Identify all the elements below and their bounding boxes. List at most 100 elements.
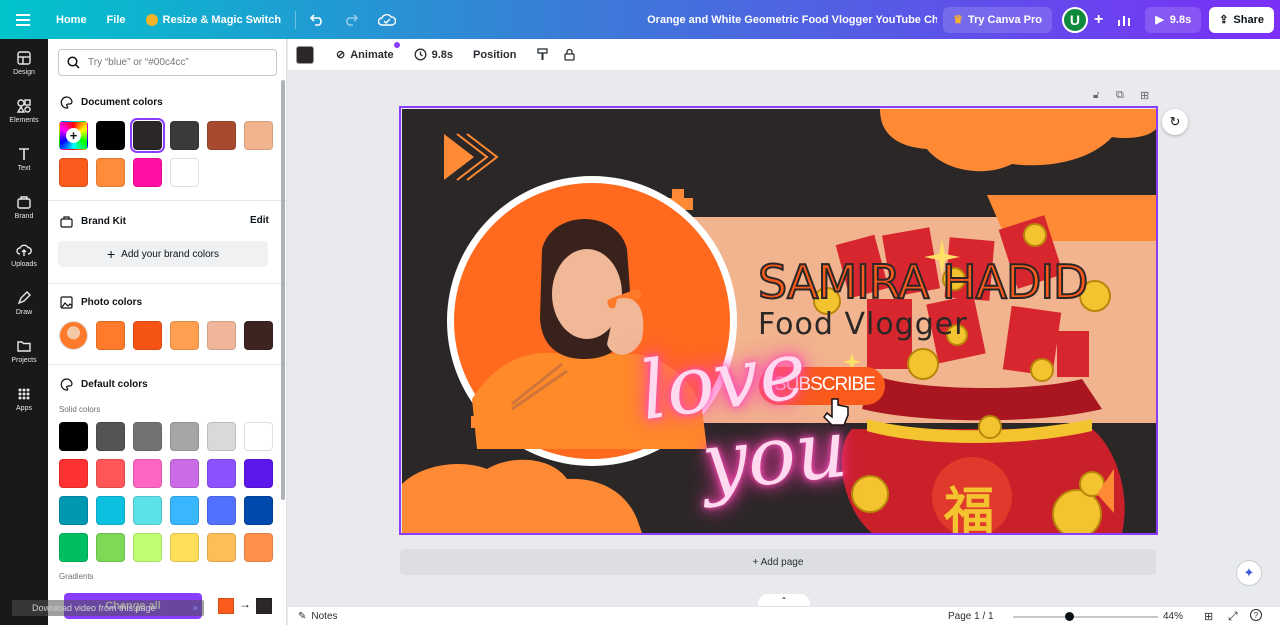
analytics-icon[interactable] xyxy=(1109,0,1139,39)
photo-color-swatch[interactable] xyxy=(244,321,273,350)
left-rail: Design Elements Text Brand Uploads Draw … xyxy=(0,39,48,625)
rail-item-brand[interactable]: Brand xyxy=(0,183,48,231)
page-indicator[interactable]: Page 1 / 1 xyxy=(948,611,994,622)
notes-button[interactable]: ✎ Notes xyxy=(298,611,338,622)
file-menu-button[interactable]: File xyxy=(97,0,136,39)
solid-color-swatch[interactable] xyxy=(207,422,236,451)
try-canva-pro-button[interactable]: ♛ Try Canva Pro xyxy=(943,6,1052,33)
fullscreen-icon[interactable]: ⤢ xyxy=(1228,609,1238,624)
animate-button[interactable]: ⊘ Animate xyxy=(328,41,402,68)
solid-color-swatch[interactable] xyxy=(244,533,273,562)
play-arrows xyxy=(444,133,499,181)
document-title[interactable]: Orange and White Geometric Food Vlogger … xyxy=(637,0,937,39)
solid-color-swatch[interactable] xyxy=(170,459,199,488)
document-color-swatch[interactable] xyxy=(59,158,88,187)
change-to-swatch[interactable] xyxy=(256,598,272,614)
solid-color-swatch[interactable] xyxy=(96,459,125,488)
document-color-swatch[interactable] xyxy=(96,158,125,187)
rail-item-uploads[interactable]: Uploads xyxy=(0,231,48,279)
document-color-swatch[interactable] xyxy=(207,121,236,150)
zoom-slider-thumb[interactable] xyxy=(1064,612,1074,621)
zoom-level[interactable]: 44% xyxy=(1163,611,1183,622)
chevron-up-icon[interactable]: ⌃ xyxy=(758,594,810,606)
solid-color-swatch[interactable] xyxy=(207,496,236,525)
solid-color-swatch[interactable] xyxy=(133,459,162,488)
rail-label: Brand xyxy=(14,213,34,220)
paint-format-icon[interactable] xyxy=(528,42,557,68)
solid-color-swatch[interactable] xyxy=(170,496,199,525)
color-search[interactable] xyxy=(58,49,277,76)
document-color-swatch[interactable] xyxy=(244,121,273,150)
solid-color-swatch[interactable] xyxy=(133,422,162,451)
photo-color-swatch[interactable] xyxy=(170,321,199,350)
rail-item-projects[interactable]: Projects xyxy=(0,327,48,375)
change-from-swatch[interactable] xyxy=(218,598,234,614)
design-canvas[interactable]: SAMIRA HADID Food Vlogger SUBSCRIBE love… xyxy=(402,109,1156,533)
home-button[interactable]: Home xyxy=(46,0,97,39)
brand-kit-edit-link[interactable]: Edit xyxy=(250,215,269,226)
solid-color-swatch[interactable] xyxy=(59,422,88,451)
neon-you[interactable]: you xyxy=(698,402,852,510)
play-button[interactable]: ▶ 9.8s xyxy=(1145,6,1202,33)
undo-icon[interactable] xyxy=(300,0,334,39)
download-video-overlay[interactable]: Download video from this page × xyxy=(12,600,204,616)
add-collaborator-icon[interactable]: + xyxy=(1088,0,1109,39)
magic-assistant-icon[interactable]: ✦ xyxy=(1236,560,1262,586)
solid-color-swatch[interactable] xyxy=(96,422,125,451)
solid-color-swatch[interactable] xyxy=(96,496,125,525)
solid-color-swatch[interactable] xyxy=(170,422,199,451)
solid-color-swatch[interactable] xyxy=(207,459,236,488)
rail-item-elements[interactable]: Elements xyxy=(0,87,48,135)
solid-color-swatch[interactable] xyxy=(133,533,162,562)
cloud-saved-icon[interactable] xyxy=(368,0,406,39)
add-page-icon[interactable]: ⊞ xyxy=(1140,89,1149,102)
help-icon[interactable]: ? xyxy=(1250,609,1262,621)
redo-icon[interactable] xyxy=(334,0,368,39)
lock-icon[interactable] xyxy=(561,42,578,68)
photo-color-swatch[interactable] xyxy=(133,321,162,350)
photo-color-swatch[interactable] xyxy=(96,321,125,350)
add-brand-colors-button[interactable]: + Add your brand colors xyxy=(58,241,268,267)
rail-item-apps[interactable]: Apps xyxy=(0,375,48,423)
color-search-input[interactable] xyxy=(88,57,258,68)
solid-color-swatch[interactable] xyxy=(96,533,125,562)
zoom-slider-track[interactable] xyxy=(1013,616,1158,618)
channel-name[interactable]: SAMIRA HADID xyxy=(757,254,1089,310)
rail-item-draw[interactable]: Draw xyxy=(0,279,48,327)
bottom-cloud xyxy=(402,459,642,533)
add-page-button[interactable]: + Add page xyxy=(400,549,1156,575)
solid-color-swatch[interactable] xyxy=(170,533,199,562)
duration-button[interactable]: 9.8s xyxy=(406,42,461,68)
regenerate-icon[interactable]: ↻ xyxy=(1162,109,1188,135)
avatar[interactable]: U xyxy=(1061,6,1088,33)
share-button[interactable]: ⇪ Share xyxy=(1209,6,1274,33)
resize-magic-switch-button[interactable]: Resize & Magic Switch xyxy=(136,0,292,39)
document-color-swatch[interactable] xyxy=(170,158,199,187)
solid-color-swatch[interactable] xyxy=(244,422,273,451)
solid-color-swatch[interactable] xyxy=(244,496,273,525)
solid-color-swatch[interactable] xyxy=(59,533,88,562)
rail-item-text[interactable]: Text xyxy=(0,135,48,183)
add-color-button[interactable]: + xyxy=(59,121,88,150)
top-cloud xyxy=(880,109,1156,172)
close-icon[interactable]: × xyxy=(193,603,198,613)
photo-color-swatch[interactable] xyxy=(207,321,236,350)
solid-color-swatch[interactable] xyxy=(133,496,162,525)
duplicate-page-icon[interactable]: ⧉ xyxy=(1116,89,1124,102)
solid-color-swatch[interactable] xyxy=(59,496,88,525)
document-color-swatch[interactable] xyxy=(96,121,125,150)
photo-thumbnail[interactable] xyxy=(59,321,88,350)
solid-color-swatch[interactable] xyxy=(207,533,236,562)
text-color-button[interactable] xyxy=(296,45,314,64)
document-color-swatch[interactable] xyxy=(130,118,165,153)
menu-icon[interactable] xyxy=(0,0,46,39)
document-color-swatch[interactable] xyxy=(133,158,162,187)
page-lock-icon[interactable]: 🔓︎ xyxy=(1093,90,1099,101)
document-color-swatch[interactable] xyxy=(170,121,199,150)
grid-view-icon[interactable]: ⊞ xyxy=(1204,610,1213,623)
solid-color-swatch[interactable] xyxy=(244,459,273,488)
solid-color-swatch[interactable] xyxy=(59,459,88,488)
position-button[interactable]: Position xyxy=(465,42,524,68)
panel-scrollbar[interactable] xyxy=(281,80,285,500)
rail-item-design[interactable]: Design xyxy=(0,39,48,87)
